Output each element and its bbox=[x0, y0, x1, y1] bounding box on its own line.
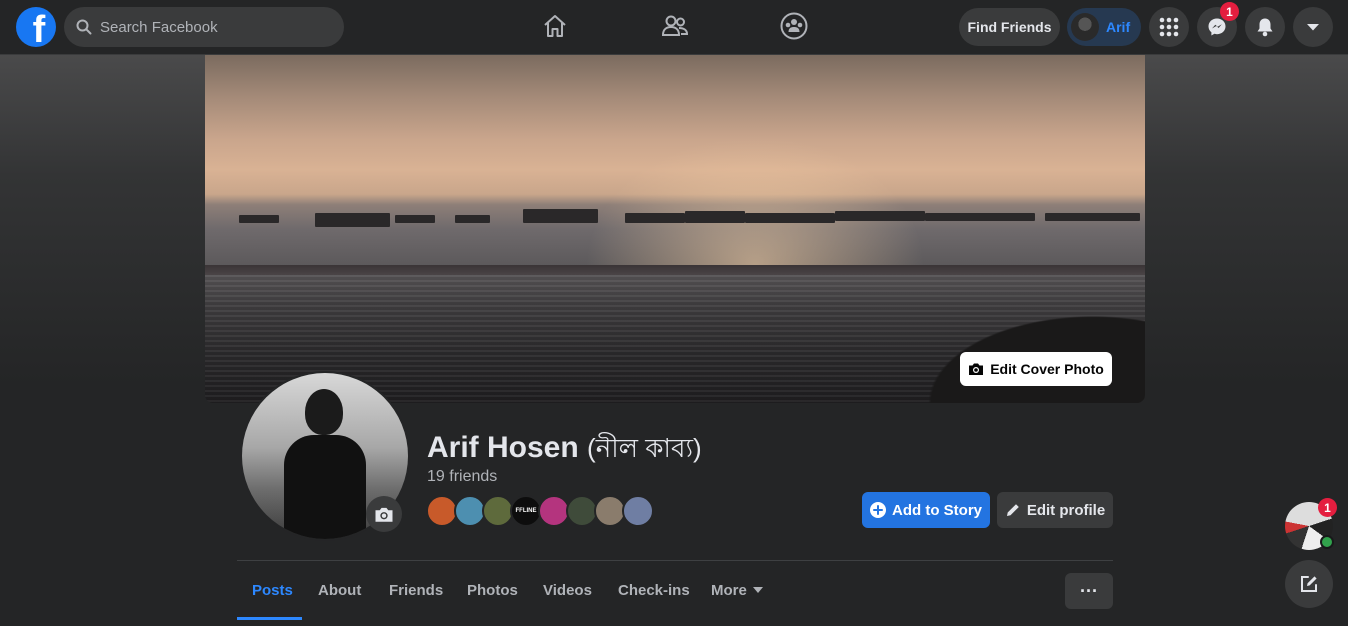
chat-head-badge: 1 bbox=[1318, 498, 1337, 517]
home-icon[interactable] bbox=[539, 10, 571, 42]
plus-circle-icon bbox=[870, 502, 886, 518]
chevron-down-icon bbox=[752, 587, 763, 593]
camera-icon bbox=[969, 363, 984, 375]
profile-shortcut-name: Arif bbox=[1106, 19, 1131, 35]
account-menu-button[interactable] bbox=[1293, 7, 1333, 47]
new-message-button[interactable] bbox=[1285, 560, 1333, 608]
account-caret-icon bbox=[1307, 24, 1319, 31]
menu-grid-button[interactable] bbox=[1149, 7, 1189, 47]
facebook-logo-icon[interactable]: f bbox=[16, 7, 56, 47]
tab-videos[interactable]: Videos bbox=[543, 572, 592, 608]
cover-photo[interactable] bbox=[205, 55, 1145, 403]
friends-count[interactable]: 19 friends bbox=[427, 468, 497, 486]
messenger-icon bbox=[1208, 18, 1226, 36]
profile-name-primary: Arif Hosen bbox=[427, 431, 579, 464]
tab-photos[interactable]: Photos bbox=[467, 572, 518, 608]
active-tab-indicator bbox=[237, 617, 302, 620]
profile-shortcut[interactable]: Arif bbox=[1067, 8, 1141, 46]
profile-name: Arif Hosen (নীল কাব্য) bbox=[427, 428, 702, 472]
avatar bbox=[1071, 13, 1099, 41]
add-to-story-button[interactable]: Add to Story bbox=[862, 492, 990, 528]
friend-avatar-label: FFLINE bbox=[515, 508, 537, 514]
online-status-indicator bbox=[1320, 535, 1334, 549]
profile-name-alternate: (নীল কাব্য) bbox=[587, 433, 702, 463]
tab-about[interactable]: About bbox=[318, 572, 361, 608]
search-icon bbox=[76, 19, 92, 35]
notifications-icon bbox=[1257, 18, 1273, 37]
search-box[interactable] bbox=[64, 7, 344, 47]
menu-grid-icon bbox=[1159, 17, 1179, 37]
friend-avatar[interactable] bbox=[622, 495, 654, 527]
profile-more-options-button[interactable]: ··· bbox=[1065, 573, 1113, 609]
find-friends-button[interactable]: Find Friends bbox=[959, 8, 1060, 46]
update-profile-picture-button[interactable] bbox=[366, 496, 402, 532]
edit-profile-button[interactable]: Edit profile bbox=[997, 492, 1113, 528]
add-to-story-label: Add to Story bbox=[892, 501, 982, 519]
edit-cover-photo-label: Edit Cover Photo bbox=[990, 361, 1104, 377]
header-divider bbox=[237, 560, 1113, 561]
top-navigation-bar: f Find Friends Arif bbox=[0, 0, 1348, 55]
notifications-button[interactable] bbox=[1245, 7, 1285, 47]
tab-friends[interactable]: Friends bbox=[389, 572, 443, 608]
tab-check-ins[interactable]: Check-ins bbox=[618, 572, 690, 608]
messenger-button[interactable]: 1 bbox=[1197, 2, 1239, 47]
messenger-badge: 1 bbox=[1220, 2, 1239, 21]
compose-icon bbox=[1301, 576, 1317, 592]
edit-cover-photo-button[interactable]: Edit Cover Photo bbox=[960, 352, 1112, 386]
tab-more[interactable]: More bbox=[711, 572, 763, 608]
search-input[interactable] bbox=[100, 18, 320, 36]
friends-icon[interactable] bbox=[659, 10, 691, 42]
chat-head[interactable]: 1 bbox=[1285, 498, 1337, 550]
tab-posts[interactable]: Posts bbox=[252, 572, 293, 608]
camera-icon bbox=[375, 507, 393, 522]
facebook-logo-letter: f bbox=[32, 9, 46, 47]
pencil-icon bbox=[1006, 504, 1019, 516]
edit-profile-label: Edit profile bbox=[1026, 501, 1106, 519]
groups-icon[interactable] bbox=[778, 10, 810, 42]
